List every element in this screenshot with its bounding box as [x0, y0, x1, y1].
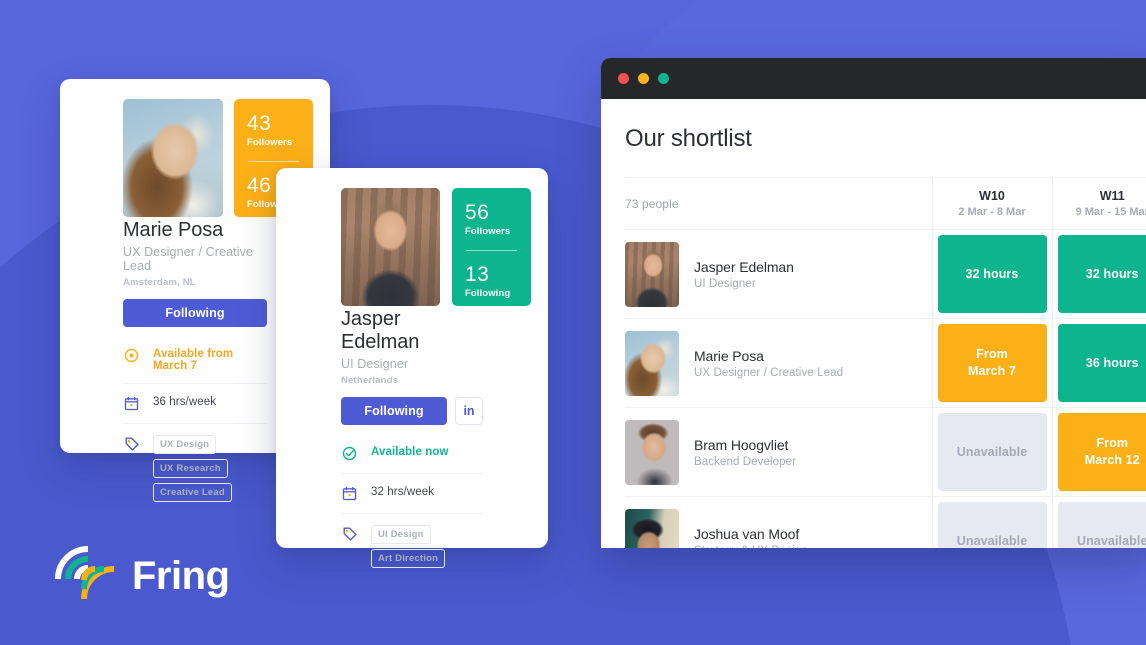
tag-chip-list: UX Design UX Research Creative Lead: [153, 435, 267, 502]
week-column-header-w10[interactable]: W10 2 Mar - 8 Mar: [931, 177, 1052, 230]
availability-slot[interactable]: From March 12: [1057, 413, 1146, 491]
person-role: Backend Developer: [694, 455, 797, 468]
avatar-photo-jasper: [625, 241, 679, 307]
avatar-photo-marie: [625, 330, 679, 396]
availability-cell[interactable]: From March 7: [931, 318, 1052, 408]
linkedin-button[interactable]: in: [455, 397, 483, 425]
hours-row: 36 hrs/week: [123, 383, 267, 423]
table-row[interactable]: Marie Posa UX Designer / Creative Lead F…: [625, 318, 1146, 408]
tag-chip[interactable]: UX Research: [153, 459, 228, 478]
person-cell[interactable]: Marie Posa UX Designer / Creative Lead: [625, 318, 932, 408]
availability-text: Available now: [371, 446, 449, 458]
tag-icon: [341, 525, 358, 542]
availability-cell[interactable]: 32 hours: [1051, 229, 1146, 319]
person-name: Marie Posa: [694, 347, 764, 364]
availability-cell[interactable]: Unavailable: [931, 407, 1052, 497]
tag-chip-list: UI Design Art Direction: [371, 525, 483, 568]
availability-text: Available from March 7: [153, 348, 234, 372]
maximize-button[interactable]: [658, 73, 669, 84]
stat-divider: [248, 161, 299, 163]
person-name: Bram Hoogvliet: [694, 436, 789, 453]
stat-following: 13 Following: [465, 263, 511, 300]
brand-wordmark: Fring: [132, 554, 230, 598]
availability-slot[interactable]: 36 hours: [1057, 324, 1146, 402]
tag-chip[interactable]: Art Direction: [371, 549, 446, 568]
availability-slot[interactable]: 32 hours: [1057, 235, 1146, 313]
tag-chip[interactable]: UX Design: [153, 435, 217, 454]
person-name: Joshua van Moof: [694, 525, 800, 542]
stats-box-jasper: 56 Followers 13 Following: [452, 188, 531, 306]
profile-role: UX Designer / Creative Lead: [123, 245, 254, 273]
profile-name: Jasper Edelman: [341, 308, 420, 353]
stat-followers: 43 Followers: [247, 112, 293, 149]
tag-icon: [123, 435, 140, 452]
avatar-photo-bram: [625, 419, 679, 485]
table-row[interactable]: Joshua van Moof Strategy & UX Design Una…: [625, 496, 1146, 549]
window-titlebar: [601, 58, 1146, 99]
minimize-button[interactable]: [638, 73, 649, 84]
profile-actions: Following: [123, 299, 267, 327]
profile-name: Marie Posa: [123, 219, 224, 241]
following-button[interactable]: Following: [123, 299, 267, 327]
calendar-icon: [123, 395, 140, 412]
profile-card-jasper[interactable]: 56 Followers 13 Following Jasper Edelman…: [276, 168, 548, 568]
profile-role: UI Designer: [341, 357, 409, 371]
fring-arcs-logo-icon: [54, 546, 118, 607]
availability-slot[interactable]: Unavailable: [937, 502, 1047, 548]
tag-chip[interactable]: Creative Lead: [153, 483, 232, 502]
shortlist-body: Our shortlist 73 people W10 2 Mar - 8 Ma…: [601, 99, 1146, 548]
person-cell[interactable]: Bram Hoogvliet Backend Developer: [625, 407, 932, 497]
tags-row: UX Design UX Research Creative Lead: [123, 423, 267, 513]
calendar-icon: [341, 485, 358, 502]
person-role: UX Designer / Creative Lead: [694, 366, 844, 379]
person-role: Strategy & UX Design: [694, 545, 808, 549]
shortlist-window[interactable]: Our shortlist 73 people W10 2 Mar - 8 Ma…: [601, 58, 1146, 548]
following-button[interactable]: Following: [341, 397, 447, 425]
availability-cell[interactable]: 36 hours: [1051, 318, 1146, 408]
availability-cell[interactable]: 32 hours: [931, 229, 1052, 319]
availability-cell[interactable]: From March 12: [1051, 407, 1146, 497]
availability-cell[interactable]: Unavailable: [931, 496, 1052, 548]
hours-text: 32 hrs/week: [371, 486, 435, 498]
dot-circle-icon: [123, 347, 140, 364]
availability-row: Available now: [341, 434, 483, 473]
avatar-photo-jasper: [341, 188, 440, 306]
avatar-photo-joshua: [625, 508, 679, 548]
people-count-header: 73 people: [625, 177, 932, 230]
check-circle-icon: [341, 445, 358, 462]
table-header-row: 73 people W10 2 Mar - 8 Mar W11 9 Mar - …: [625, 177, 1146, 230]
profile-location: Amsterdam, NL: [123, 277, 196, 288]
availability-slot[interactable]: 32 hours: [937, 235, 1047, 313]
avatar-photo-marie: [123, 99, 223, 217]
person-name: Jasper Edelman: [694, 258, 794, 275]
stat-divider: [466, 250, 517, 252]
profile-location: Netherlands: [341, 375, 399, 386]
person-cell[interactable]: Jasper Edelman UI Designer: [625, 229, 932, 319]
stat-followers: 56 Followers: [465, 201, 511, 238]
week-column-header-w11[interactable]: W11 9 Mar - 15 Mar: [1051, 177, 1146, 230]
hours-row: 32 hrs/week: [341, 473, 483, 513]
person-role: UI Designer: [694, 277, 756, 290]
page-title: Our shortlist: [625, 125, 752, 152]
availability-row: Available from March 7: [123, 336, 267, 383]
brand-logo[interactable]: Fring: [54, 546, 230, 607]
availability-slot[interactable]: Unavailable: [937, 413, 1047, 491]
tag-chip[interactable]: UI Design: [371, 525, 431, 544]
hours-text: 36 hrs/week: [153, 396, 217, 408]
tags-row: UI Design Art Direction: [341, 513, 483, 579]
availability-slot[interactable]: Unavailable: [1057, 502, 1146, 548]
close-button[interactable]: [618, 73, 629, 84]
availability-slot[interactable]: From March 7: [937, 324, 1047, 402]
person-cell[interactable]: Joshua van Moof Strategy & UX Design: [625, 496, 932, 549]
availability-cell[interactable]: Unavailable: [1051, 496, 1146, 548]
table-row[interactable]: Jasper Edelman UI Designer 32 hours 32 h…: [625, 229, 1146, 319]
profile-actions: Following in: [341, 397, 483, 425]
shortlist-table: 73 people W10 2 Mar - 8 Mar W11 9 Mar - …: [625, 177, 1146, 548]
table-row[interactable]: Bram Hoogvliet Backend Developer Unavail…: [625, 407, 1146, 497]
